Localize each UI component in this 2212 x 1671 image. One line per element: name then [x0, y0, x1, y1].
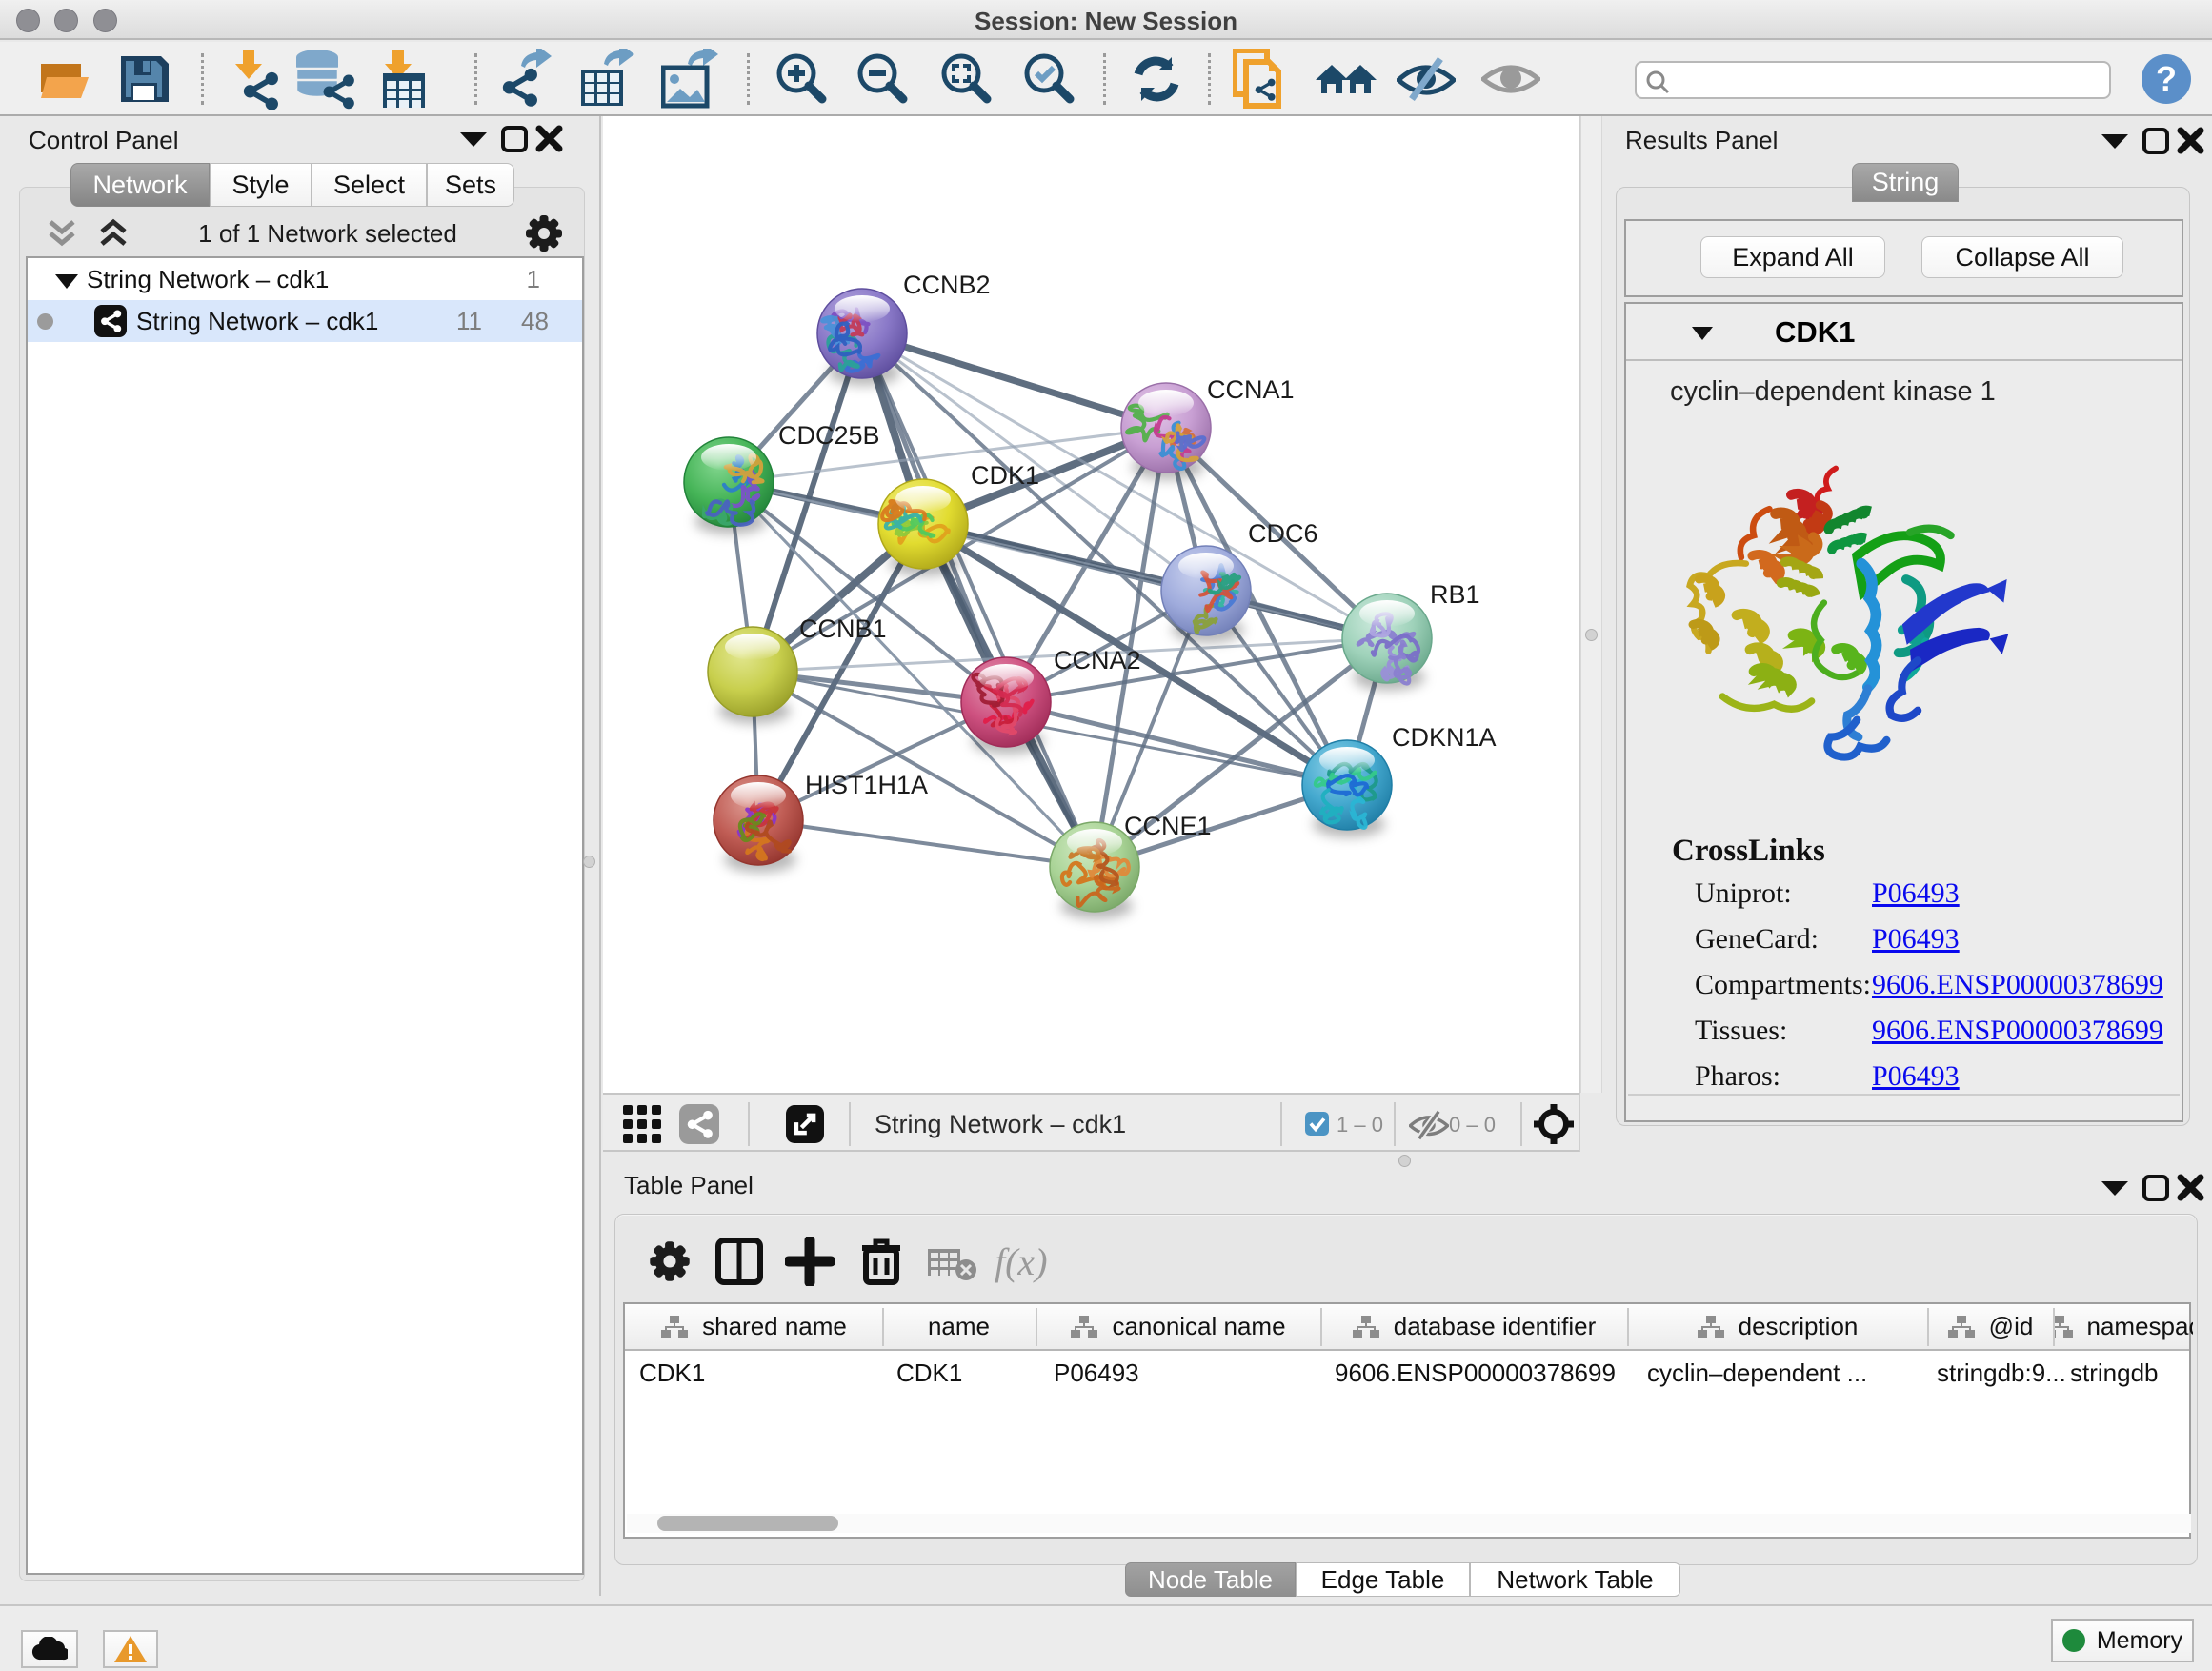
svg-text:CCNE1: CCNE1: [1124, 812, 1212, 840]
svg-text:CCNA2: CCNA2: [1054, 646, 1141, 674]
svg-text:?: ?: [2156, 59, 2177, 98]
svg-text:CCNB1: CCNB1: [799, 614, 887, 643]
svg-text:CDC25B: CDC25B: [778, 421, 880, 450]
svg-text:CDKN1A: CDKN1A: [1392, 723, 1497, 752]
svg-text:RB1: RB1: [1430, 580, 1480, 609]
svg-text:HIST1H1A: HIST1H1A: [805, 771, 928, 799]
svg-text:CDC6: CDC6: [1248, 519, 1318, 548]
svg-text:CCNB2: CCNB2: [903, 271, 991, 299]
svg-text:CDK1: CDK1: [971, 461, 1039, 490]
svg-text:CCNA1: CCNA1: [1207, 375, 1295, 404]
